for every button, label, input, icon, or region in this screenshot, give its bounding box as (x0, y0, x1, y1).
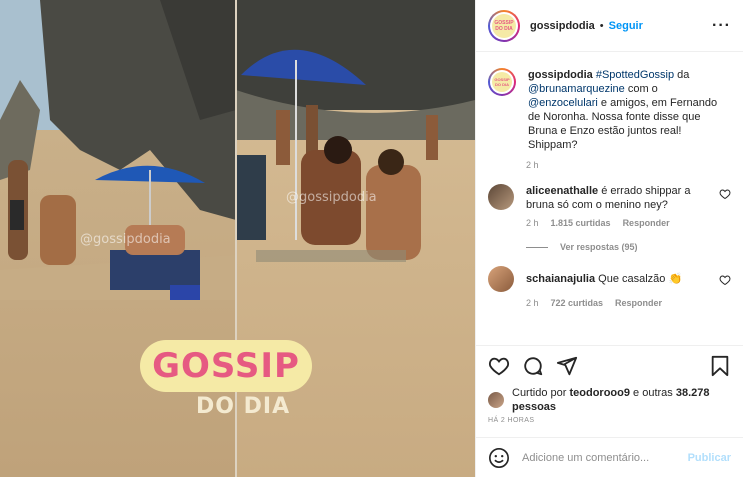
liked-by-middle: e outras (629, 387, 676, 399)
logo-gossip-text: GOSSIP (140, 340, 312, 392)
comment-input[interactable] (522, 451, 688, 464)
post-sidebar: GOSSIP DO DIA gossipdodia • Seguir ··· GO… (475, 0, 743, 477)
caption-avatar[interactable]: GOSSIP DO DIA (488, 68, 516, 96)
post-header: GOSSIP DO DIA gossipdodia • Seguir ··· (476, 0, 743, 52)
post-image[interactable]: @gossipdodia @gossipdodia GOSSIP DO DIA (0, 0, 475, 477)
caption-fragment: com o (624, 83, 658, 95)
commenter-avatar[interactable] (488, 266, 514, 292)
comment-time: 2 h (526, 298, 539, 308)
comment-text: schaianajulia Que casalzão 👏 (526, 272, 713, 286)
share-paper-plane-icon[interactable] (556, 355, 578, 377)
comment-likes[interactable]: 1.815 curtidas (551, 218, 611, 228)
liked-by: Curtido por teodorooo9 e outras 38.278 p… (476, 385, 743, 415)
replies-line (526, 246, 548, 248)
comment-body: Que casalzão 👏 (598, 273, 683, 285)
hashtag-link[interactable]: #SpottedGossip (596, 69, 674, 81)
comment-bubble-icon[interactable] (522, 355, 544, 377)
comment-text: aliceenathalle é errado shippar a bruna … (526, 184, 713, 212)
view-replies-label[interactable]: Ver respostas (95) (560, 242, 638, 252)
mention-link-bruna[interactable]: @brunamarquezine (528, 83, 625, 95)
author-username[interactable]: gossipdodia (530, 20, 595, 32)
gossip-do-dia-logo: GOSSIP DO DIA (140, 340, 312, 419)
view-replies[interactable]: Ver respostas (95) (526, 242, 731, 252)
comment-meta: 2 h 722 curtidas Responder (526, 298, 731, 308)
save-bookmark-icon[interactable] (709, 355, 731, 377)
publish-button[interactable]: Publicar (688, 452, 731, 464)
mention-link-enzo[interactable]: @enzocelulari (528, 97, 598, 109)
like-heart-icon[interactable] (488, 355, 510, 377)
commenter-avatar[interactable] (488, 184, 514, 210)
instagram-post: @gossipdodia @gossipdodia GOSSIP DO DIA … (0, 0, 743, 477)
comment-item: schaianajulia Que casalzão 👏 2 h 722 cur… (488, 266, 731, 308)
action-bar (476, 345, 743, 385)
comment-time: 2 h (526, 218, 539, 228)
caption-username[interactable]: gossipdodia (528, 69, 593, 81)
comment-like-heart-icon[interactable] (719, 274, 731, 286)
more-options-icon[interactable]: ··· (712, 17, 731, 35)
comment-likes[interactable]: 722 curtidas (551, 298, 604, 308)
watermark-text-right: @gossipdodia (286, 190, 377, 205)
reply-button[interactable]: Responder (615, 298, 662, 308)
comment-meta: 2 h 1.815 curtidas Responder (526, 218, 731, 228)
liked-by-prefix: Curtido por (512, 387, 570, 399)
author-avatar[interactable]: GOSSIP DO DIA (488, 9, 520, 42)
comment-like-heart-icon[interactable] (719, 188, 731, 200)
liker-avatar[interactable] (488, 392, 504, 408)
comment-username[interactable]: schaianajulia (526, 273, 595, 285)
reply-button[interactable]: Responder (623, 218, 670, 228)
caption: GOSSIP DO DIA gossipdodia #SpottedGossip … (488, 68, 731, 152)
liked-by-text: Curtido por teodorooo9 e outras 38.278 p… (512, 386, 731, 414)
caption-text: gossipdodia #SpottedGossip da @brunamarq… (528, 68, 731, 152)
separator-dot: • (599, 19, 604, 32)
comment-item: aliceenathalle é errado shippar a bruna … (488, 184, 731, 252)
post-timestamp[interactable]: HÁ 2 HORAS (476, 415, 743, 437)
liker-username[interactable]: teodorooo9 (569, 387, 630, 399)
follow-button[interactable]: Seguir (609, 20, 643, 32)
caption-time: 2 h (526, 160, 539, 170)
watermark-text: @gossipdodia (80, 232, 171, 247)
emoji-icon[interactable] (488, 447, 510, 469)
caption-fragment: da (674, 69, 690, 81)
comment-username[interactable]: aliceenathalle (526, 185, 598, 197)
logo-do-dia-text: DO DIA (196, 394, 291, 419)
comments-section: GOSSIP DO DIA gossipdodia #SpottedGossip … (476, 52, 743, 345)
add-comment-bar: Publicar (476, 437, 743, 477)
